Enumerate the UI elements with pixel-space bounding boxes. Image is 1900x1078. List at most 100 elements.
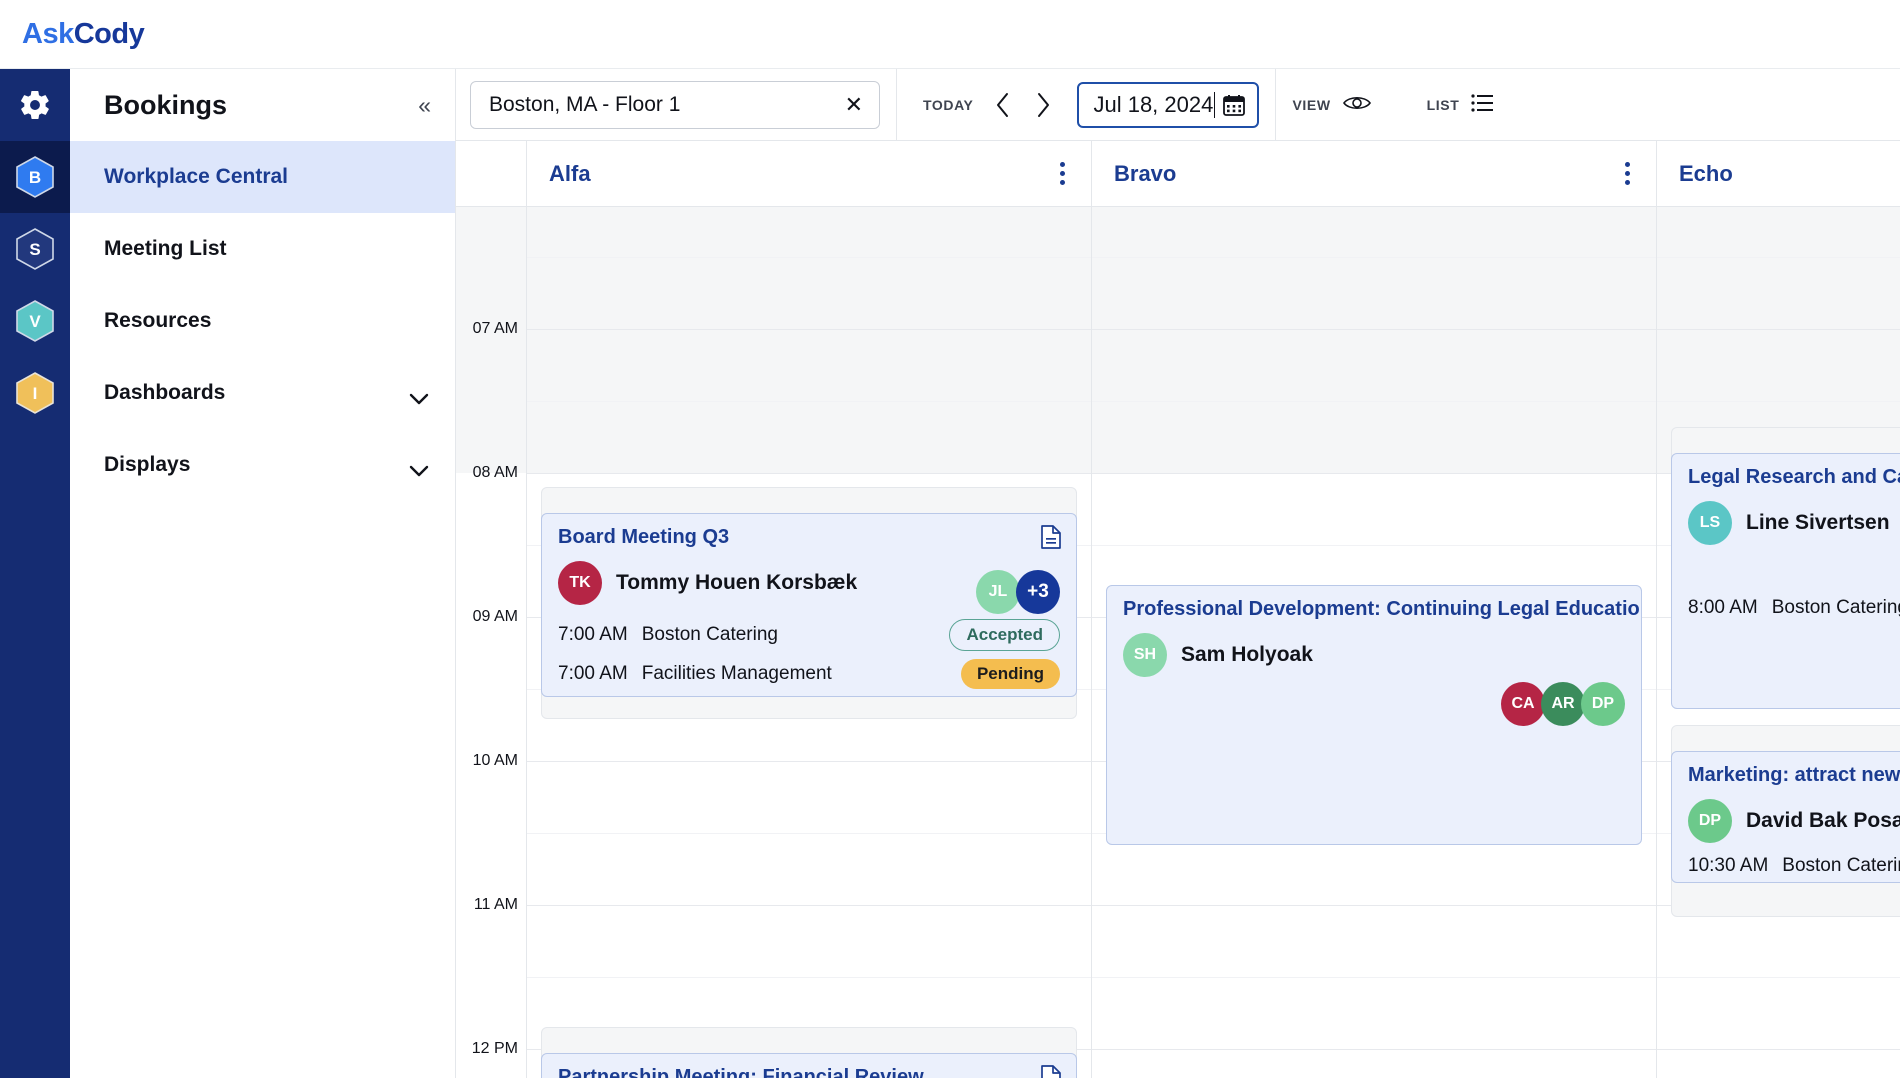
column-title: Echo (1679, 161, 1733, 187)
avatar[interactable]: AR (1541, 682, 1585, 726)
icon-rail: B S V I (0, 69, 70, 1078)
avatar[interactable]: DP (1581, 682, 1625, 726)
svg-text:S: S (29, 240, 40, 259)
gear-icon (18, 88, 52, 122)
svg-text:V: V (29, 312, 41, 331)
service-name: Boston Caterin (1782, 855, 1900, 877)
sidebar-item-meeting-list[interactable]: Meeting List (70, 213, 455, 285)
prev-day-button[interactable] (983, 85, 1023, 125)
hour-label: 12 PM (472, 1040, 518, 1058)
list-icon[interactable] (1471, 94, 1493, 115)
event-card-marketing[interactable]: Marketing: attract new cl DP David Bak P… (1671, 751, 1900, 883)
organizer-name: Sam Holyoak (1181, 643, 1313, 667)
list-label: LIST (1427, 97, 1460, 113)
column-header-alfa: Alfa (526, 141, 1091, 206)
event-title: Professional Development: Continuing Leg… (1123, 598, 1625, 621)
column-title: Alfa (549, 161, 591, 187)
attendee-avatars[interactable]: CA AR DP (1505, 682, 1625, 726)
sidebar-item-label: Displays (104, 453, 190, 477)
service-row[interactable]: 7:00 AM Facilities Management Pending (558, 659, 1060, 689)
hex-v-icon: V (16, 300, 54, 342)
room-filter-value: Boston, MA - Floor 1 (489, 93, 680, 117)
avatar[interactable]: JL (976, 570, 1020, 614)
service-row[interactable]: 10:30 AM Boston Caterin (1688, 855, 1900, 877)
event-card-partnership-meeting[interactable]: Partnership Meeting: Financial Review (541, 1053, 1077, 1078)
page-title: Bookings (104, 90, 227, 121)
today-button[interactable]: TODAY (913, 97, 983, 113)
time-gutter: 07 AM 08 AM 09 AM 10 AM 11 AM 12 PM (456, 207, 526, 1078)
hex-b-icon: B (16, 156, 54, 198)
sidebar-item-resources[interactable]: Resources (70, 285, 455, 357)
sidebar-item-displays[interactable]: Displays (70, 429, 455, 501)
room-filter-select[interactable]: Boston, MA - Floor 1 ✕ (470, 81, 880, 129)
organizer-name: Line Sivertsen (1746, 511, 1890, 535)
rail-item-insights[interactable]: I (0, 357, 70, 429)
calendar-column-bravo[interactable]: Professional Development: Continuing Leg… (1091, 207, 1656, 1078)
organizer-name: David Bak Posada (1746, 809, 1900, 833)
sidebar-item-dashboards[interactable]: Dashboards (70, 357, 455, 429)
avatar[interactable]: SH (1123, 633, 1167, 677)
avatar[interactable]: LS (1688, 501, 1732, 545)
kebab-menu-icon[interactable] (1625, 162, 1630, 185)
hex-s-icon: S (16, 228, 54, 270)
document-icon[interactable] (1040, 525, 1062, 549)
hour-label: 10 AM (473, 752, 518, 770)
rail-item-bookings[interactable]: B (0, 141, 70, 213)
calendar-column-echo[interactable]: Legal Research and Case LS Line Sivertse… (1656, 207, 1900, 1078)
calendar-icon[interactable] (1223, 94, 1245, 116)
toolbar-divider (896, 69, 897, 141)
avatar-overflow-count[interactable]: +3 (1016, 570, 1060, 614)
rail-item-settings[interactable] (0, 69, 70, 141)
column-header-echo: Echo (1656, 141, 1900, 206)
event-title: Partnership Meeting: Financial Review (558, 1066, 1060, 1078)
service-time: 7:00 AM (558, 624, 628, 646)
hour-label: 07 AM (473, 320, 518, 338)
eye-icon[interactable] (1343, 94, 1371, 115)
hour-label: 11 AM (474, 896, 518, 914)
calendar-grid[interactable]: 07 AM 08 AM 09 AM 10 AM 11 AM 12 PM (456, 207, 1900, 1078)
sidebar-header: Bookings « (70, 69, 455, 141)
event-card-professional-development[interactable]: Professional Development: Continuing Leg… (1106, 585, 1642, 845)
column-title: Bravo (1114, 161, 1176, 187)
service-name: Facilities Management (642, 663, 832, 685)
service-time: 10:30 AM (1688, 855, 1768, 877)
service-name: Boston Catering (642, 624, 778, 646)
event-card-legal-research[interactable]: Legal Research and Case LS Line Sivertse… (1671, 453, 1900, 709)
event-organizer: LS Line Sivertsen (1688, 501, 1900, 545)
avatar[interactable]: CA (1501, 682, 1545, 726)
chevron-down-icon (409, 387, 429, 399)
event-title: Board Meeting Q3 (558, 526, 1060, 549)
service-row[interactable]: 8:00 AM Boston Catering (1688, 597, 1900, 619)
next-day-button[interactable] (1023, 85, 1063, 125)
event-card-board-meeting-q3[interactable]: Board Meeting Q3 TK Tommy Houen Ko (541, 513, 1077, 697)
avatar[interactable]: DP (1688, 799, 1732, 843)
offhours-shade (527, 207, 1091, 473)
sidebar-item-label: Dashboards (104, 381, 225, 405)
askcody-logo[interactable]: AskCody (22, 18, 144, 51)
app-shell: B S V I (0, 69, 1900, 1078)
event-organizer: SH Sam Holyoak (1123, 633, 1625, 677)
clear-filter-icon[interactable]: ✕ (845, 92, 863, 118)
service-row[interactable]: 7:00 AM Boston Catering Accepted (558, 619, 1060, 651)
calendar-column-alfa[interactable]: Board Meeting Q3 TK Tommy Houen Ko (526, 207, 1091, 1078)
sidebar-nav: Bookings « Workplace Central Meeting Lis… (70, 69, 456, 1078)
kebab-menu-icon[interactable] (1060, 162, 1065, 185)
svg-text:I: I (33, 384, 38, 403)
brand-bar: AskCody (0, 0, 1900, 69)
rail-item-spaces[interactable]: S (0, 213, 70, 285)
view-control[interactable]: VIEW (1292, 94, 1370, 115)
status-badge: Pending (961, 659, 1060, 689)
main-panel: Boston, MA - Floor 1 ✕ TODAY Jul 18, 202… (456, 69, 1900, 1078)
hour-label: 08 AM (473, 464, 518, 482)
document-icon[interactable] (1040, 1065, 1062, 1078)
sidebar-item-workplace-central[interactable]: Workplace Central (70, 141, 455, 213)
date-input-value: Jul 18, 2024 (1093, 92, 1215, 118)
rail-item-visitors[interactable]: V (0, 285, 70, 357)
calendar-column-headers: Alfa Bravo Echo (456, 141, 1900, 207)
event-organizer: DP David Bak Posada (1688, 799, 1900, 843)
avatar[interactable]: TK (558, 561, 602, 605)
attendee-avatars[interactable]: JL +3 (980, 570, 1060, 614)
date-input-field[interactable]: Jul 18, 2024 (1077, 82, 1259, 128)
list-control[interactable]: LIST (1427, 94, 1494, 115)
collapse-sidebar-button[interactable]: « (418, 94, 429, 117)
